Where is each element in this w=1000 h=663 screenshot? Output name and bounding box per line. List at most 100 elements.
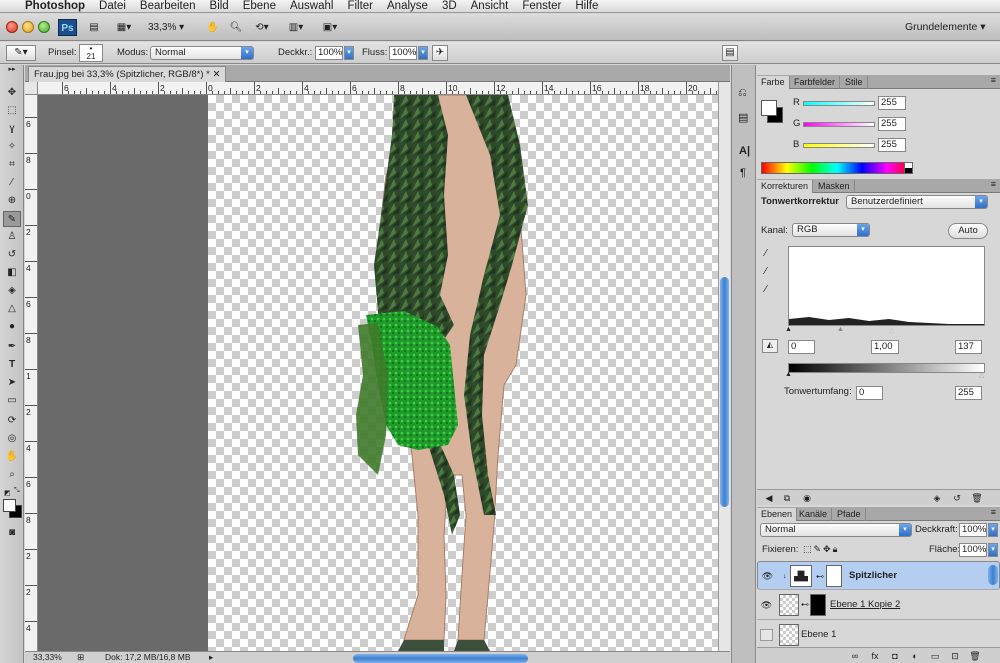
tab-masken[interactable]: Masken <box>814 180 855 193</box>
layer-opacity-slider-button[interactable]: ▾ <box>988 523 998 537</box>
status-menu-arrow-icon[interactable]: ▸ <box>209 652 213 663</box>
eyedropper-tool-icon[interactable]: ⁄ <box>3 175 21 191</box>
output-white-slider-handle[interactable]: △ <box>979 371 984 379</box>
quick-selection-tool-icon[interactable]: ✧ <box>3 139 21 155</box>
path-selection-tool-icon[interactable]: ➤ <box>3 375 21 391</box>
brush-tool-icon[interactable]: ✎ <box>3 211 21 227</box>
r-channel-input[interactable]: 255 <box>878 96 906 110</box>
output-white-field[interactable]: 255 <box>955 386 982 400</box>
g-channel-input[interactable]: 255 <box>878 117 906 131</box>
trash-icon[interactable]: 🗑︎ <box>971 492 983 504</box>
crop-tool-icon[interactable]: ⌗ <box>3 157 21 173</box>
tab-stile[interactable]: Stile <box>841 76 868 89</box>
3d-orbit-tool-icon[interactable]: ◎ <box>3 431 21 447</box>
3d-rotate-tool-icon[interactable]: ⟳ <box>3 413 21 429</box>
reset-icon[interactable]: ↺ <box>951 492 963 504</box>
artwork-woman-figure[interactable] <box>208 95 718 651</box>
tab-korrekturen[interactable]: Korrekturen <box>757 180 814 193</box>
menu-datei[interactable]: Datei <box>92 0 133 12</box>
b-channel-slider[interactable] <box>803 143 875 148</box>
healing-brush-tool-icon[interactable]: ⊕ <box>3 193 21 209</box>
mode-select[interactable]: Normal ▾ <box>150 46 254 60</box>
marquee-tool-icon[interactable]: ⬚ <box>3 103 21 119</box>
menu-ebene[interactable]: Ebene <box>236 0 283 12</box>
close-window-button[interactable] <box>6 21 18 33</box>
new-group-icon[interactable]: ▭ <box>929 650 941 662</box>
layer-row-ebene-1-kopie-2[interactable]: 👁︎ ⊷ Ebene 1 Kopie 2 <box>757 591 1000 620</box>
layer-style-icon[interactable]: fx <box>869 650 881 662</box>
tab-ebenen[interactable]: Ebenen <box>757 508 798 521</box>
zoom-tool-icon[interactable]: 🔍︎ <box>228 19 244 36</box>
mask-link-icon[interactable]: ⊷ <box>816 571 824 583</box>
airbrush-icon[interactable]: ✈ <box>432 45 448 61</box>
layer-row-spitzlicher[interactable]: 👁︎ ↓ ▟▙ ⊷ Spitzlicher <box>757 561 1000 590</box>
pen-tool-icon[interactable]: ✒ <box>3 339 21 355</box>
menu-auswahl[interactable]: Auswahl <box>283 0 340 12</box>
output-black-field[interactable]: 0 <box>856 386 883 400</box>
menu-bearbeiten[interactable]: Bearbeiten <box>133 0 203 12</box>
tab-farbe[interactable]: Farbe <box>757 76 790 89</box>
new-adjustment-layer-icon[interactable]: ◐ <box>909 650 921 662</box>
layer-name[interactable]: Spitzlicher <box>849 570 897 582</box>
move-tool-icon[interactable]: ✥ <box>3 85 21 101</box>
view-previous-icon[interactable]: ◈ <box>931 492 943 504</box>
flow-slider-button[interactable]: ▾ <box>418 46 428 60</box>
arrange-documents-icon[interactable]: ▥▾ <box>284 19 308 36</box>
menu-photoshop[interactable]: Photoshop <box>18 0 92 12</box>
brush-size-picker[interactable]: • 21 <box>79 44 103 62</box>
visibility-toggle-off[interactable]: · <box>760 629 773 641</box>
history-panel-icon[interactable]: ⎌ <box>738 87 747 100</box>
layer-name[interactable]: Ebene 1 <box>801 629 836 640</box>
default-colors-icon[interactable]: ◩ <box>4 489 12 497</box>
black-white-swatch[interactable] <box>904 162 913 174</box>
input-gamma-slider-handle[interactable]: ▲ <box>837 326 844 333</box>
tab-farbfelder[interactable]: Farbfelder <box>790 76 841 89</box>
status-zoom[interactable]: 33,33% <box>33 652 62 663</box>
quick-mask-icon[interactable]: ◙ <box>3 525 21 541</box>
panel-menu-icon[interactable]: ≡ <box>991 75 996 85</box>
back-arrow-icon[interactable]: ◀ <box>763 492 775 504</box>
input-black-slider-handle[interactable]: ▲ <box>785 326 792 333</box>
g-channel-slider[interactable] <box>803 122 875 127</box>
close-icon[interactable]: ✕ <box>212 69 220 80</box>
horizontal-scrollbar-thumb[interactable] <box>353 654 528 663</box>
input-gamma-field[interactable]: 1,00 <box>871 340 899 354</box>
layer-opacity-input[interactable]: 100% <box>959 523 987 537</box>
panel-menu-icon[interactable]: ≡ <box>991 507 996 517</box>
flow-input[interactable]: 100% <box>389 46 417 60</box>
white-point-eyedropper-icon[interactable]: ⁄ <box>765 284 767 295</box>
tab-pfade[interactable]: Pfade <box>833 508 866 521</box>
preset-select[interactable]: Benutzerdefiniert ▾ <box>846 195 988 209</box>
auto-button[interactable]: Auto <box>948 223 988 239</box>
expand-view-icon[interactable]: ⧉ <box>781 492 793 504</box>
actions-panel-icon[interactable]: ▤ <box>738 111 748 124</box>
panel-menu-icon[interactable]: ≡ <box>991 179 996 189</box>
paint-bucket-tool-icon[interactable]: ◈ <box>3 283 21 299</box>
character-panel-icon[interactable]: A| <box>739 145 750 157</box>
type-tool-icon[interactable]: T <box>3 357 21 373</box>
workspace-switcher[interactable]: Grundelemente ▾ <box>905 19 995 36</box>
menu-filter[interactable]: Filter <box>340 0 380 12</box>
zoom-level-dropdown[interactable]: 33,3% ▾ <box>148 19 192 36</box>
mask-link-icon[interactable]: ⊷ <box>801 600 809 609</box>
r-channel-slider[interactable] <box>803 101 875 106</box>
zoom-window-button[interactable] <box>38 21 50 33</box>
minimize-window-button[interactable] <box>22 21 34 33</box>
history-brush-tool-icon[interactable]: ↺ <box>3 247 21 263</box>
channel-select[interactable]: RGB ▾ <box>792 223 870 237</box>
menu-analyse[interactable]: Analyse <box>380 0 435 12</box>
screen-mode-icon[interactable]: ▣▾ <box>318 19 342 36</box>
mini-bridge-icon[interactable]: ▦▾ <box>112 19 136 36</box>
dodge-tool-icon[interactable]: ● <box>3 319 21 335</box>
input-black-field[interactable]: 0 <box>788 340 815 354</box>
delete-layer-icon[interactable]: 🗑︎ <box>969 650 981 662</box>
vertical-scrollbar[interactable] <box>718 82 730 651</box>
paragraph-panel-icon[interactable]: ¶ <box>740 167 746 179</box>
new-layer-icon[interactable]: ⊡ <box>949 650 961 662</box>
opacity-slider-button[interactable]: ▾ <box>344 46 354 60</box>
swap-colors-icon[interactable]: ⤡ <box>14 487 22 495</box>
clone-stamp-tool-icon[interactable]: ♙ <box>3 229 21 245</box>
visibility-eye-icon[interactable]: 👁︎ <box>761 570 774 582</box>
toolbox-collapse-icon[interactable]: ▸▸ <box>3 65 21 75</box>
fill-slider-button[interactable]: ▾ <box>988 543 998 557</box>
